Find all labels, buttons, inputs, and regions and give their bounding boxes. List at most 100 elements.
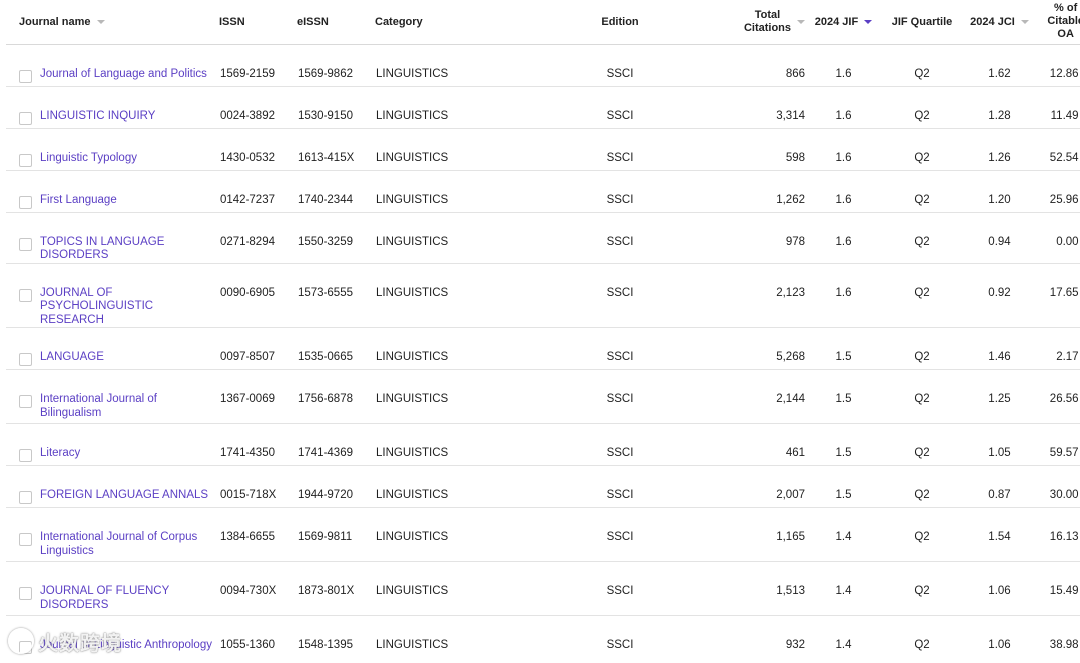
cell-total-citations: 2,007 bbox=[720, 465, 805, 508]
header-jci[interactable]: 2024 JCI bbox=[962, 0, 1037, 45]
sort-desc-active-icon[interactable] bbox=[864, 19, 873, 24]
cell-category: LINGUISTICS bbox=[375, 423, 520, 466]
cell-eissn: 1613-415X bbox=[297, 128, 375, 171]
journal-link[interactable]: LANGUAGE bbox=[40, 351, 104, 365]
journal-link[interactable]: First Language bbox=[40, 194, 117, 208]
cell-issn: 1367-0069 bbox=[219, 369, 297, 424]
table-row: FOREIGN LANGUAGE ANNALS 0015-718X 1944-972… bbox=[6, 465, 1080, 508]
cell-total-citations: 1,165 bbox=[720, 507, 805, 562]
sort-caret-icon[interactable] bbox=[96, 19, 105, 24]
cell-jif: 1.6 bbox=[805, 263, 882, 328]
cell-jci: 0.87 bbox=[962, 465, 1037, 508]
cell-issn: 0097-8507 bbox=[219, 327, 297, 370]
cell-journal-name: International Journal of Bilingualism bbox=[6, 369, 219, 424]
row-select-checkbox[interactable] bbox=[19, 237, 32, 251]
journal-link[interactable]: Journal of Linguistic Anthropology bbox=[40, 639, 212, 653]
cell-total-citations: 1,513 bbox=[720, 561, 805, 616]
cell-issn: 0090-6905 bbox=[219, 263, 297, 328]
journal-link[interactable]: Literacy bbox=[40, 447, 80, 461]
table-row: JOURNAL OF FLUENCY DISORDERS 0094-730X 187… bbox=[6, 561, 1080, 616]
sort-caret-icon[interactable] bbox=[1020, 19, 1029, 24]
header-citable-oa[interactable]: % ofCitableOA bbox=[1037, 0, 1080, 45]
cell-journal-name: FOREIGN LANGUAGE ANNALS bbox=[6, 465, 219, 508]
header-issn: ISSN bbox=[219, 0, 297, 45]
cell-eissn: 1569-9862 bbox=[297, 44, 375, 87]
cell-issn: 0271-8294 bbox=[219, 212, 297, 264]
journal-link[interactable]: Linguistic Typology bbox=[40, 152, 137, 166]
cell-edition: SSCI bbox=[520, 263, 720, 328]
journal-link[interactable]: FOREIGN LANGUAGE ANNALS bbox=[40, 489, 208, 503]
cell-eissn: 1756-6878 bbox=[297, 369, 375, 424]
journal-link[interactable]: International Journal of Corpus Linguist… bbox=[40, 531, 219, 558]
row-select-checkbox[interactable] bbox=[19, 69, 32, 83]
cell-journal-name: TOPICS IN LANGUAGE DISORDERS bbox=[6, 212, 219, 264]
journal-link[interactable]: Journal of Language and Politics bbox=[40, 68, 207, 82]
journal-results-page: Journal name ISSN eISSN Category Edition… bbox=[0, 0, 1080, 663]
sort-caret-icon[interactable] bbox=[797, 19, 805, 24]
row-select-checkbox[interactable] bbox=[19, 353, 32, 366]
cell-edition: SSCI bbox=[520, 507, 720, 562]
cell-journal-name: LINGUISTIC INQUIRY bbox=[6, 86, 219, 129]
row-select-checkbox[interactable] bbox=[19, 449, 32, 462]
cell-jci: 1.25 bbox=[962, 369, 1037, 424]
row-select-checkbox[interactable] bbox=[19, 288, 32, 302]
journal-link[interactable]: International Journal of Bilingualism bbox=[40, 393, 219, 420]
cell-category: LINGUISTICS bbox=[375, 170, 520, 213]
row-select-checkbox[interactable] bbox=[19, 641, 32, 654]
cell-journal-name: International Journal of Corpus Linguist… bbox=[6, 507, 219, 562]
cell-category: LINGUISTICS bbox=[375, 465, 520, 508]
cell-jci: 1.05 bbox=[962, 423, 1037, 466]
cell-citable-oa: 17.65 % bbox=[1037, 263, 1080, 328]
header-total-citations[interactable]: Total Citations bbox=[720, 0, 805, 45]
cell-jif-quartile: Q2 bbox=[882, 561, 962, 616]
journal-link[interactable]: JOURNAL OF FLUENCY DISORDERS bbox=[40, 585, 219, 612]
row-select-checkbox[interactable] bbox=[19, 195, 32, 209]
row-select-checkbox[interactable] bbox=[19, 491, 32, 504]
header-edition: Edition bbox=[520, 0, 720, 45]
journal-table: Journal name ISSN eISSN Category Edition… bbox=[6, 0, 1080, 663]
row-select-checkbox[interactable] bbox=[19, 111, 32, 125]
cell-journal-name: LANGUAGE bbox=[6, 327, 219, 370]
cell-citable-oa: 11.49 % bbox=[1037, 86, 1080, 129]
row-select-checkbox[interactable] bbox=[19, 587, 32, 600]
row-select-checkbox[interactable] bbox=[19, 395, 32, 408]
cell-jif-quartile: Q2 bbox=[882, 423, 962, 466]
cell-category: LINGUISTICS bbox=[375, 263, 520, 328]
cell-issn: 1430-0532 bbox=[219, 128, 297, 171]
row-select-checkbox[interactable] bbox=[19, 533, 32, 546]
table-header-row: Journal name ISSN eISSN Category Edition… bbox=[6, 0, 1080, 45]
cell-citable-oa: 52.54 % bbox=[1037, 128, 1080, 171]
cell-eissn: 1530-9150 bbox=[297, 86, 375, 129]
cell-jif: 1.4 bbox=[805, 615, 882, 663]
table-row: Journal of Linguistic Anthropology 1055-1… bbox=[6, 615, 1080, 663]
cell-category: LINGUISTICS bbox=[375, 615, 520, 663]
cell-total-citations: 866 bbox=[720, 44, 805, 87]
cell-jif-quartile: Q2 bbox=[882, 263, 962, 328]
cell-citable-oa: 15.49 % bbox=[1037, 561, 1080, 616]
cell-jci: 1.06 bbox=[962, 561, 1037, 616]
journal-link[interactable]: JOURNAL OF PSYCHOLINGUISTIC RESEARCH bbox=[40, 287, 219, 328]
cell-total-citations: 598 bbox=[720, 128, 805, 171]
cell-citable-oa: 30.00 % bbox=[1037, 465, 1080, 508]
cell-citable-oa: 26.56 % bbox=[1037, 369, 1080, 424]
header-eissn: eISSN bbox=[297, 0, 375, 45]
cell-jif-quartile: Q2 bbox=[882, 615, 962, 663]
cell-total-citations: 1,262 bbox=[720, 170, 805, 213]
cell-jci: 1.54 bbox=[962, 507, 1037, 562]
cell-total-citations: 3,314 bbox=[720, 86, 805, 129]
cell-eissn: 1944-9720 bbox=[297, 465, 375, 508]
cell-jci: 1.26 bbox=[962, 128, 1037, 171]
journal-link[interactable]: TOPICS IN LANGUAGE DISORDERS bbox=[40, 236, 219, 263]
cell-category: LINGUISTICS bbox=[375, 507, 520, 562]
header-journal-name[interactable]: Journal name bbox=[6, 0, 219, 45]
cell-edition: SSCI bbox=[520, 615, 720, 663]
cell-jci: 1.06 bbox=[962, 615, 1037, 663]
cell-edition: SSCI bbox=[520, 561, 720, 616]
cell-jif: 1.6 bbox=[805, 86, 882, 129]
row-select-checkbox[interactable] bbox=[19, 153, 32, 167]
table-row: International Journal of Corpus Linguist… bbox=[6, 507, 1080, 562]
header-jif[interactable]: 2024 JIF bbox=[805, 0, 882, 45]
cell-edition: SSCI bbox=[520, 212, 720, 264]
journal-link[interactable]: LINGUISTIC INQUIRY bbox=[40, 110, 155, 124]
cell-eissn: 1741-4369 bbox=[297, 423, 375, 466]
